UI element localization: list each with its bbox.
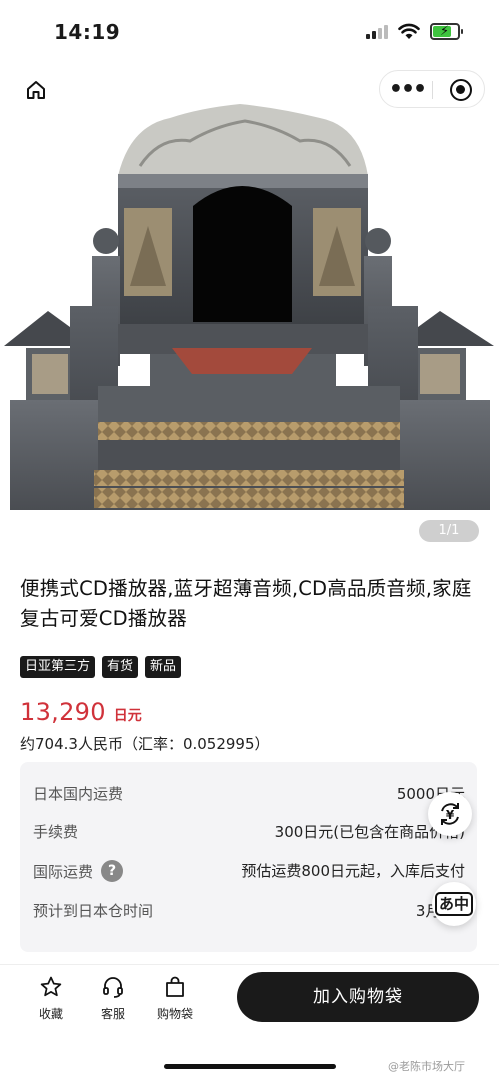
customer-service-button[interactable]: 客服 — [88, 975, 138, 1022]
star-icon — [40, 976, 62, 997]
image-page-indicator: 1/1 — [419, 520, 479, 542]
translate-icon: あ中 — [434, 892, 473, 916]
mini-program-close-icon[interactable] — [450, 79, 472, 101]
currency-convert-button[interactable]: ¥ — [428, 792, 472, 836]
home-icon — [27, 81, 45, 99]
fee-value: 预估运费800日元起，入库后支付 — [241, 862, 465, 880]
more-dots-icon[interactable]: ••• — [389, 79, 427, 101]
cart-label: 购物袋 — [156, 1007, 193, 1021]
fee-label-wrap: 国际运费 ? — [33, 860, 124, 882]
headset-icon — [103, 977, 123, 998]
capsule-divider — [432, 81, 433, 99]
shopping-bag-icon — [166, 976, 184, 997]
price-unit: 日元 — [113, 708, 142, 724]
fee-label: 日本国内运费 — [33, 785, 124, 803]
product-tags: 日亚第三方 有货 新品 — [20, 656, 182, 678]
product-image[interactable] — [0, 96, 499, 526]
rmb-estimate: 约704.3人民币（汇率：0.052995） — [20, 735, 270, 753]
translate-button[interactable]: あ中 — [432, 882, 476, 926]
fee-card: 日本国内运费 5000日元 手续费 300日元(已包含在商品价格) 国际运费 ?… — [20, 762, 477, 952]
favorite-label: 收藏 — [38, 1007, 63, 1021]
add-to-cart-button[interactable]: 加入购物袋 — [237, 972, 479, 1022]
fee-label: 手续费 — [33, 823, 79, 841]
shopping-bag-button[interactable]: 购物袋 — [150, 975, 200, 1022]
status-bar: 14:19 ⚡ — [0, 0, 499, 62]
home-button[interactable] — [22, 76, 50, 104]
fee-row-domestic-shipping: 日本国内运费 5000日元 — [20, 783, 477, 807]
fee-label: 预计到日本仓时间 — [33, 902, 154, 920]
price-row: 13,290 日元 — [20, 698, 142, 726]
fee-row-international-shipping: 国际运费 ? 预估运费800日元起，入库后支付 — [20, 860, 477, 884]
currency-exchange-icon: ¥ — [441, 803, 459, 825]
currency-symbol: ¥ — [446, 808, 455, 822]
wifi-icon — [398, 22, 420, 40]
fee-row-service-fee: 手续费 300日元(已包含在商品价格) — [20, 821, 477, 845]
price-value: 13,290 — [20, 698, 106, 726]
status-time: 14:19 — [54, 20, 121, 44]
battery-icon: ⚡ — [430, 23, 463, 40]
fee-label: 国际运费 — [33, 862, 94, 881]
product-title: 便携式CD播放器,蓝牙超薄音频,CD高品质音频,家庭复古可爱CD播放器 — [20, 577, 472, 630]
cellular-signal-icon — [366, 25, 390, 39]
help-icon[interactable]: ? — [101, 860, 124, 882]
favorite-button[interactable]: 收藏 — [26, 975, 76, 1022]
home-indicator[interactable] — [164, 1064, 336, 1069]
charging-bolt-icon: ⚡ — [440, 24, 450, 39]
tag-new: 新品 — [145, 656, 182, 678]
mini-program-capsule: ••• — [379, 70, 485, 108]
service-label: 客服 — [100, 1007, 125, 1021]
fee-row-arrival-time: 预计到日本仓时间 3月2日 — [20, 900, 477, 924]
tag-seller: 日亚第三方 — [20, 656, 96, 678]
watermark-text: @老陈市场大厅 — [388, 1060, 465, 1073]
tag-stock: 有货 — [102, 656, 139, 678]
